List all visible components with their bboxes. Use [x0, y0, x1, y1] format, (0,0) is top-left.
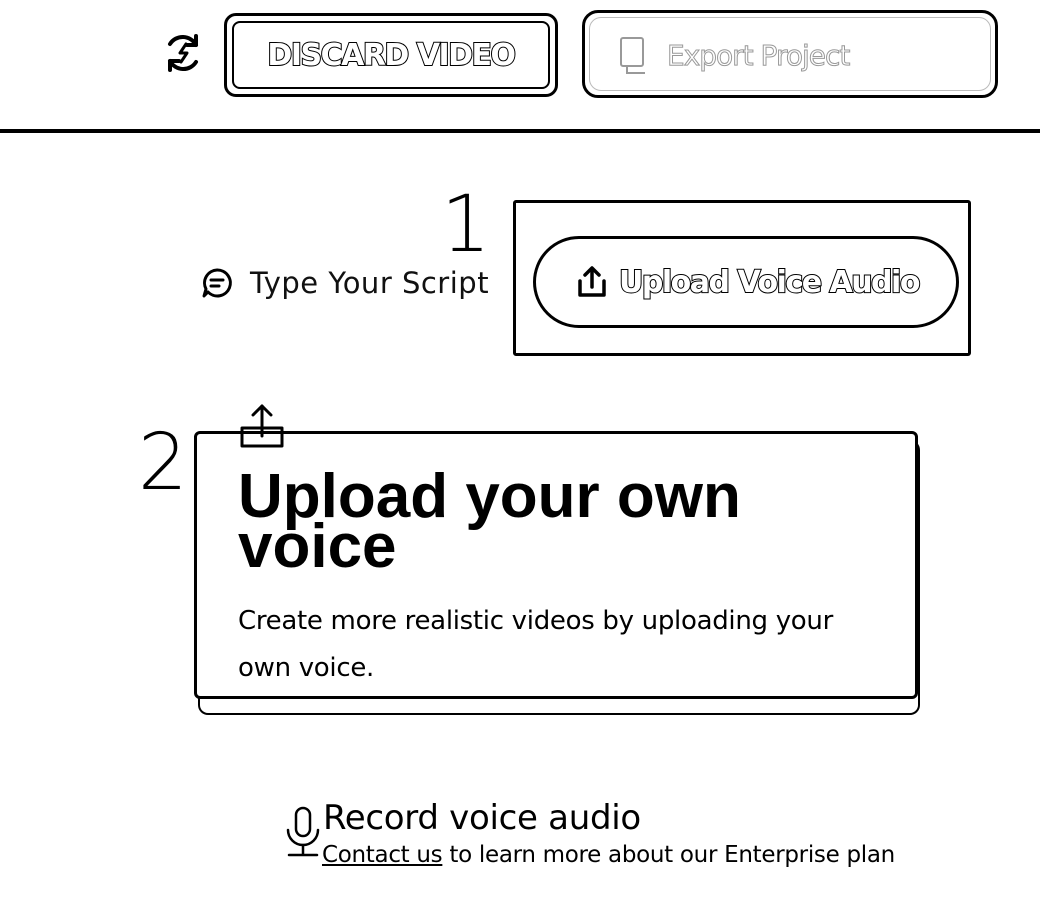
enterprise-plan-text: to learn more about our Enterprise plan — [449, 842, 895, 868]
tab-type-your-script-label: Type Your Script — [250, 266, 490, 300]
upload-card-title: Upload your own voice — [238, 462, 741, 581]
step-number-2: 2 — [138, 418, 189, 508]
discard-video-button[interactable]: DISCARD VIDEO — [224, 13, 558, 97]
chat-icon — [200, 266, 234, 300]
refresh-icon[interactable] — [160, 30, 206, 76]
tab-type-your-script[interactable]: Type Your Script — [200, 262, 489, 304]
export-icon — [615, 35, 655, 77]
export-project-button[interactable]: Export Project — [582, 10, 998, 98]
tab-upload-voice-audio[interactable]: Upload Voice Audio — [533, 236, 959, 328]
upload-card-description: Create more realistic videos by uploadin… — [238, 606, 833, 683]
contact-us-link[interactable]: Contact us — [322, 842, 443, 868]
discard-video-label: DISCARD VIDEO — [266, 37, 517, 74]
upload-icon — [573, 263, 611, 301]
toolbar-divider — [0, 129, 1040, 133]
export-project-label: Export Project — [666, 39, 850, 73]
microphone-icon — [283, 804, 323, 860]
tab-upload-voice-audio-label: Upload Voice Audio — [618, 264, 921, 301]
step-number-1: 1 — [441, 180, 492, 270]
upload-icon — [238, 402, 286, 450]
enterprise-plan-note: Contact us to learn more about our Enter… — [322, 842, 895, 868]
record-voice-audio-label: Record voice audio — [323, 798, 641, 838]
